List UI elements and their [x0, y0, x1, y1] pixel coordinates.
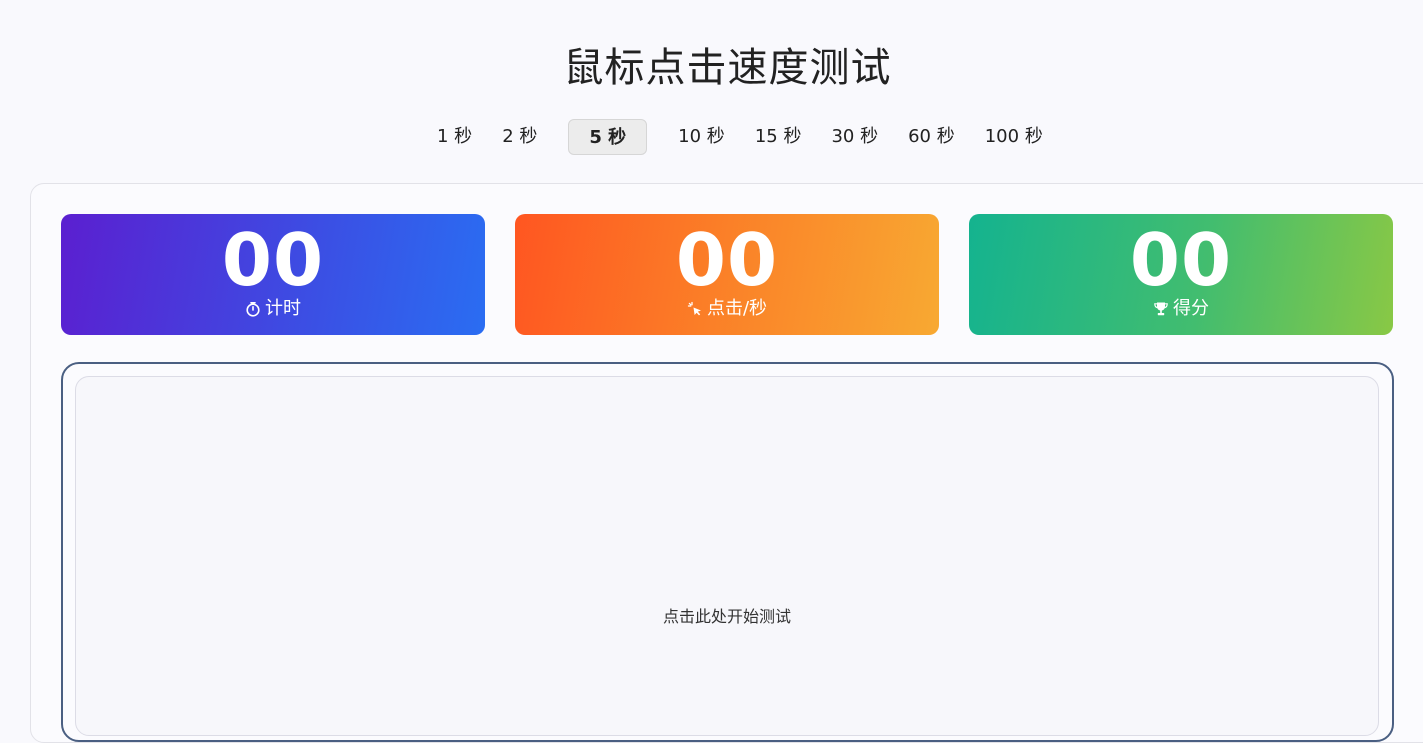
timer-label-row: 计时 — [61, 297, 485, 321]
score-label: 得分 — [1173, 298, 1209, 319]
start-hint: 点击此处开始测试 — [662, 607, 791, 626]
cps-label-row: 点击/秒 — [515, 297, 939, 321]
clicks-per-second-card: 00 点击/秒 — [515, 214, 939, 335]
trophy-icon — [1153, 301, 1169, 317]
timer-label: 计时 — [265, 298, 301, 319]
tab-1s[interactable]: 1 秒 — [422, 119, 487, 155]
click-test-area[interactable]: 点击此处开始测试 — [75, 376, 1379, 736]
stopwatch-icon — [245, 301, 261, 317]
tab-10s[interactable]: 10 秒 — [663, 119, 740, 155]
cps-value: 00 — [675, 218, 779, 302]
tab-2s[interactable]: 2 秒 — [487, 119, 552, 155]
tab-30s[interactable]: 30 秒 — [816, 119, 893, 155]
tab-60s[interactable]: 60 秒 — [893, 119, 970, 155]
tab-15s[interactable]: 15 秒 — [740, 119, 817, 155]
duration-tabs: 1 秒 2 秒 5 秒 10 秒 15 秒 30 秒 60 秒 100 秒 — [422, 119, 1058, 155]
tab-5s[interactable]: 5 秒 — [568, 119, 648, 155]
timer-value: 00 — [221, 218, 325, 302]
score-value: 00 — [1129, 218, 1233, 302]
page-title: 鼠标点击速度测试 — [563, 44, 892, 91]
tab-100s[interactable]: 100 秒 — [970, 119, 1058, 155]
cursor-click-icon — [687, 301, 703, 317]
score-label-row: 得分 — [969, 297, 1393, 321]
timer-card: 00 计时 — [61, 214, 485, 335]
score-card: 00 得分 — [969, 214, 1393, 335]
cps-label: 点击/秒 — [706, 298, 768, 319]
